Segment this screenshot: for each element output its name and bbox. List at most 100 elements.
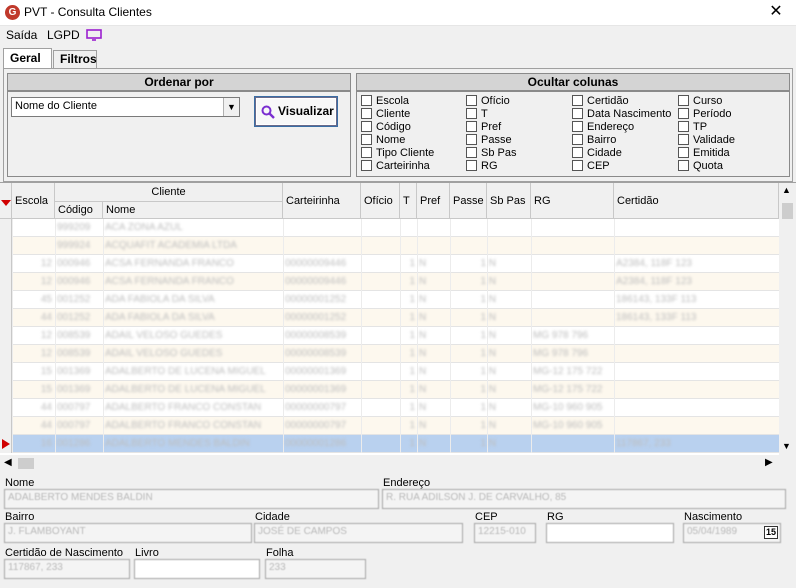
table-row[interactable]: 999924 ACQUAFIT ACADEMIA LTDA: [0, 237, 779, 255]
chevron-down-icon[interactable]: ▼: [223, 98, 239, 116]
header-escola[interactable]: Escola: [12, 183, 55, 219]
checkbox-cliente[interactable]: Cliente: [361, 107, 434, 120]
header-sb-pas[interactable]: Sb Pas: [487, 183, 531, 219]
row-indicator[interactable]: [0, 273, 12, 291]
h-scroll-thumb[interactable]: [18, 458, 34, 469]
row-indicator[interactable]: [0, 345, 12, 363]
header-rg[interactable]: RG: [531, 183, 614, 219]
header-t[interactable]: T: [400, 183, 417, 219]
table-row[interactable]: 45 001252 ADA FABIOLA DA SILVA 00000001252 1…: [0, 291, 779, 309]
row-indicator[interactable]: [0, 237, 12, 255]
horizontal-scrollbar[interactable]: ◀ ▶: [0, 455, 779, 472]
checkbox-periodo[interactable]: Período: [678, 107, 735, 120]
table-row[interactable]: 44 001252 ADA FABIOLA DA SILVA 00000001252 1…: [0, 309, 779, 327]
table-row[interactable]: 15 001369 ADALBERTO DE LUCENA MIGUEL 000000…: [0, 363, 779, 381]
checkbox-emitida[interactable]: Emitida: [678, 146, 735, 159]
table-row[interactable]: 12 008539 ADAIL VELOSO GUEDES 00000008539 1 N…: [0, 345, 779, 363]
order-select[interactable]: Nome do Cliente ▼: [11, 97, 240, 117]
checkbox-box[interactable]: [572, 95, 583, 106]
table-row[interactable]: 15 001369 ADALBERTO DE LUCENA MIGUEL 000000…: [0, 381, 779, 399]
row-indicator[interactable]: [0, 435, 12, 453]
checkbox-box[interactable]: [466, 147, 477, 158]
checkbox-box[interactable]: [572, 121, 583, 132]
livro-field[interactable]: [134, 559, 260, 579]
checkbox-data-nascimento[interactable]: Data Nascimento: [572, 107, 671, 120]
row-indicator[interactable]: [0, 291, 12, 309]
chevron-left-icon[interactable]: ◀: [4, 457, 12, 468]
checkbox-oficio[interactable]: Ofício: [466, 94, 516, 107]
checkbox-certidao[interactable]: Certidão: [572, 94, 671, 107]
tab-geral[interactable]: Geral: [3, 48, 52, 69]
row-indicator[interactable]: [0, 381, 12, 399]
checkbox-passe[interactable]: Passe: [466, 133, 516, 146]
checkbox-carteirinha[interactable]: Carteirinha: [361, 159, 434, 172]
checkbox-t[interactable]: T: [466, 107, 516, 120]
scroll-thumb[interactable]: [782, 203, 793, 219]
checkbox-tipo-cliente[interactable]: Tipo Cliente: [361, 146, 434, 159]
table-row[interactable]: 44 000797 ADALBERTO FRANCO CONSTAN 00000000…: [0, 417, 779, 435]
header-certidao[interactable]: Certidão: [614, 183, 779, 219]
vertical-scrollbar[interactable]: ▲ ▼: [779, 183, 796, 455]
row-indicator[interactable]: [0, 417, 12, 435]
visualizar-button[interactable]: Visualizar: [255, 97, 337, 126]
checkbox-box[interactable]: [678, 160, 689, 171]
row-indicator[interactable]: [0, 219, 12, 237]
table-row[interactable]: 12 000946 ACSA FERNANDA FRANCO 00000009446 1…: [0, 255, 779, 273]
checkbox-box[interactable]: [466, 108, 477, 119]
checkbox-box[interactable]: [361, 121, 372, 132]
checkbox-box[interactable]: [572, 147, 583, 158]
checkbox-rg[interactable]: RG: [466, 159, 516, 172]
chevron-right-icon[interactable]: ▶: [765, 457, 773, 468]
checkbox-endereco[interactable]: Endereço: [572, 120, 671, 133]
table-row[interactable]: 12 008539 ADAIL VELOSO GUEDES 00000008539 1 N…: [0, 327, 779, 345]
chevron-up-icon[interactable]: ▲: [782, 185, 791, 195]
header-nome[interactable]: Nome: [103, 202, 283, 219]
nome-field[interactable]: ADALBERTO MENDES BALDIN: [4, 489, 379, 509]
header-codigo[interactable]: Código: [55, 202, 103, 219]
bairro-field[interactable]: J. FLAMBOYANT: [4, 523, 252, 543]
checkbox-box[interactable]: [572, 160, 583, 171]
header-oficio[interactable]: Ofício: [361, 183, 400, 219]
checkbox-escola[interactable]: Escola: [361, 94, 434, 107]
checkbox-box[interactable]: [678, 108, 689, 119]
rg-field[interactable]: [546, 523, 674, 543]
checkbox-box[interactable]: [361, 160, 372, 171]
menu-saida[interactable]: Saída: [6, 28, 37, 42]
table-row[interactable]: 12 000946 ACSA FERNANDA FRANCO 00000009446 1…: [0, 273, 779, 291]
checkbox-bairro[interactable]: Bairro: [572, 133, 671, 146]
monitor-icon[interactable]: [86, 29, 102, 41]
header-carteirinha[interactable]: Carteirinha: [283, 183, 361, 219]
checkbox-validade[interactable]: Validade: [678, 133, 735, 146]
menu-lgpd[interactable]: LGPD: [47, 28, 80, 42]
checkbox-box[interactable]: [572, 108, 583, 119]
checkbox-pref[interactable]: Pref: [466, 120, 516, 133]
checkbox-box[interactable]: [466, 160, 477, 171]
row-indicator[interactable]: [0, 327, 12, 345]
checkbox-curso[interactable]: Curso: [678, 94, 735, 107]
checkbox-box[interactable]: [678, 95, 689, 106]
header-cliente[interactable]: Cliente: [55, 183, 283, 202]
cidade-field[interactable]: JOSÉ DE CAMPOS: [254, 523, 463, 543]
checkbox-box[interactable]: [466, 134, 477, 145]
checkbox-cidade[interactable]: Cidade: [572, 146, 671, 159]
header-passe[interactable]: Passe: [450, 183, 487, 219]
folha-field[interactable]: 233: [265, 559, 366, 579]
close-button[interactable]: ✕: [756, 0, 796, 26]
checkbox-box[interactable]: [361, 134, 372, 145]
certidao-nascimento-field[interactable]: 117867, 233: [4, 559, 130, 579]
checkbox-quota[interactable]: Quota: [678, 159, 735, 172]
row-indicator[interactable]: [0, 399, 12, 417]
checkbox-box[interactable]: [678, 134, 689, 145]
checkbox-codigo[interactable]: Código: [361, 120, 434, 133]
checkbox-box[interactable]: [466, 95, 477, 106]
checkbox-box[interactable]: [361, 108, 372, 119]
row-indicator[interactable]: [0, 309, 12, 327]
table-row[interactable]: 999209 ACA ZONA AZUL: [0, 219, 779, 237]
checkbox-box[interactable]: [361, 147, 372, 158]
checkbox-box[interactable]: [361, 95, 372, 106]
checkbox-nome[interactable]: Nome: [361, 133, 434, 146]
checkbox-box[interactable]: [678, 121, 689, 132]
checkbox-box[interactable]: [572, 134, 583, 145]
header-pref[interactable]: Pref: [417, 183, 450, 219]
checkbox-box[interactable]: [466, 121, 477, 132]
